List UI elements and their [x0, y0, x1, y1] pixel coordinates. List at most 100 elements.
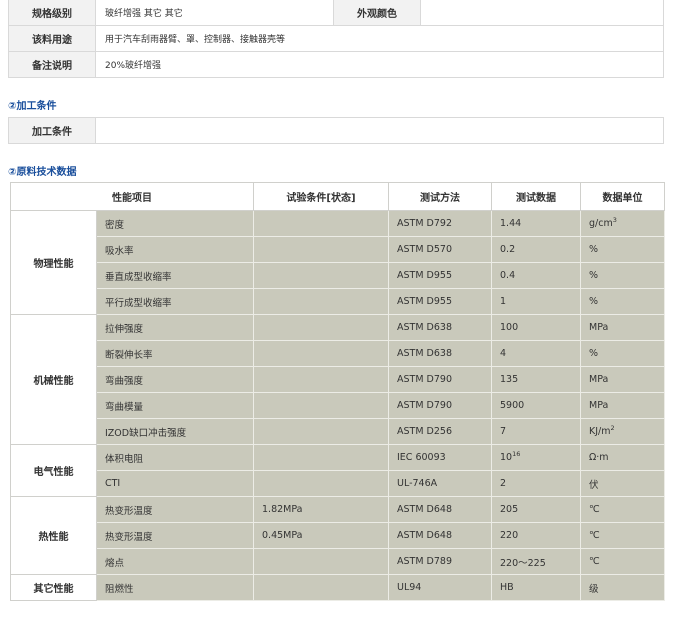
condition-cell — [253, 418, 389, 445]
unit-cell: Ω·m — [580, 444, 665, 471]
condition-cell — [253, 574, 389, 601]
method-cell: ASTM D789 — [388, 548, 492, 575]
method-cell: ASTM D570 — [388, 236, 492, 263]
method-cell-text: ASTM D792 — [397, 218, 452, 229]
unit-cell-text: % — [589, 244, 599, 255]
condition-cell — [253, 470, 389, 497]
condition-cell — [253, 444, 389, 471]
unit-cell-text: ℃ — [589, 556, 600, 567]
value-cell-text: 0.4 — [500, 270, 516, 281]
unit-cell-text: ℃ — [589, 504, 600, 515]
unit-cell-text: g/cm — [589, 218, 613, 229]
value-cell-text: 0.2 — [500, 244, 516, 255]
condition-cell: 0.45MPa — [253, 522, 389, 549]
value-cell-text: 2 — [500, 478, 507, 489]
property-cell: 弯曲强度 — [96, 366, 254, 393]
property-cell-text: 弯曲强度 — [105, 375, 144, 387]
value-cell: 5900 — [491, 392, 581, 419]
method-cell: ASTM D790 — [388, 392, 492, 419]
tech-data-header-row: 性能项目 试验条件[状态] 测试方法 测试数据 数据单位 — [10, 182, 665, 211]
method-cell: ASTM D955 — [388, 288, 492, 315]
unit-cell: % — [580, 236, 665, 263]
property-cell-text: 阻燃性 — [105, 583, 134, 595]
property-group-label: 物理性能 — [10, 210, 97, 315]
method-cell-text: ASTM D790 — [397, 400, 452, 411]
method-cell-text: ASTM D638 — [397, 322, 452, 333]
unit-cell-text: MPa — [589, 322, 609, 333]
method-cell: ASTM D256 — [388, 418, 492, 445]
table-row: 垂直成型收缩率 ASTM D955 0.4% — [11, 262, 665, 289]
processing-section-title: ②加工条件 — [8, 101, 57, 112]
value-cell-text: 4 — [500, 348, 507, 359]
application-value: 用于汽车刮雨器臂、罩、控制器、接触器壳等 — [95, 25, 664, 52]
spec-row-application: 该料用途 用于汽车刮雨器臂、罩、控制器、接触器壳等 — [8, 25, 664, 52]
method-cell-text: ASTM D638 — [397, 348, 452, 359]
value-cell-text: 1 — [500, 296, 507, 307]
property-cell: 阻燃性 — [96, 574, 254, 601]
property-group-label: 其它性能 — [10, 574, 97, 601]
table-row: 其它性能 阻燃性 UL94 HB 级 — [10, 574, 665, 601]
header-value: 测试数据 — [491, 182, 581, 211]
value-cell-text: 220 — [500, 530, 519, 541]
method-cell: ASTM D638 — [388, 314, 492, 341]
property-cell-text: 垂直成型收缩率 — [105, 271, 172, 283]
application-label: 该料用途 — [8, 25, 96, 52]
property-cell: 拉伸强度 — [96, 314, 254, 341]
unit-cell-text: % — [589, 348, 599, 359]
method-cell-text: ASTM D789 — [397, 556, 452, 567]
property-cell: 热变形温度 — [96, 522, 254, 549]
condition-cell — [253, 314, 389, 341]
unit-cell: KJ/m2 — [580, 418, 665, 445]
value-cell-text: 220～225 — [500, 557, 546, 569]
value-cell: HB — [491, 574, 581, 601]
property-cell-text: 熔点 — [105, 557, 125, 569]
value-cell-text: 1.44 — [500, 218, 522, 229]
table-row: 电气性能 体积电阻 IEC 60093 1016 Ω·m — [10, 444, 665, 497]
condition-cell: 1.82MPa — [253, 496, 389, 523]
value-cell-text: 10 — [500, 452, 513, 463]
unit-cell: ℃ — [580, 496, 665, 523]
table-row: 热变形温度 0.45MPa ASTM D648 220 ℃ — [11, 522, 665, 549]
unit-cell: MPa — [580, 314, 665, 341]
property-cell: CTI — [96, 470, 254, 497]
processing-label: 加工条件 — [8, 117, 96, 144]
table-row: 物理性能 密度 ASTM D792 1.44 g/cm3 — [10, 210, 665, 315]
value-cell: 220～225 — [491, 548, 581, 575]
method-cell: ASTM D648 — [388, 522, 492, 549]
method-cell-text: ASTM D955 — [397, 296, 452, 307]
method-cell: IEC 60093 — [388, 444, 492, 471]
method-cell-text: ASTM D648 — [397, 504, 452, 515]
table-row: 吸水率 ASTM D570 0.2% — [11, 236, 665, 263]
property-group-label: 机械性能 — [10, 314, 97, 445]
property-cell: 吸水率 — [96, 236, 254, 263]
unit-cell-superscript: 3 — [612, 215, 617, 224]
method-cell: UL94 — [388, 574, 492, 601]
table-row: 弯曲强度 ASTM D790 135 MPa — [11, 366, 665, 393]
grade-label: 规格级别 — [8, 0, 96, 26]
unit-cell-text: MPa — [589, 400, 609, 411]
table-row: 机械性能 拉伸强度 ASTM D638 100 MPa — [10, 314, 665, 445]
unit-cell-text: Ω·m — [589, 452, 609, 463]
unit-cell: 伏 — [580, 470, 665, 497]
value-cell-superscript: 16 — [512, 449, 521, 458]
tech-data-table: 性能项目 试验条件[状态] 测试方法 测试数据 数据单位 物理性能 密度 ASTM … — [10, 182, 665, 601]
unit-cell: ℃ — [580, 548, 665, 575]
value-cell-text: HB — [500, 582, 514, 593]
unit-cell: 级 — [580, 574, 665, 601]
table-row: 热性能 热变形温度 1.82MPa ASTM D648 205 ℃ — [10, 496, 665, 575]
unit-cell: % — [580, 340, 665, 367]
condition-cell — [253, 236, 389, 263]
value-cell: 1016 — [491, 444, 581, 471]
table-row: CTI UL-746A 2 伏 — [11, 470, 665, 497]
property-cell-text: 弯曲模量 — [105, 401, 144, 413]
property-cell-text: 拉伸强度 — [105, 323, 144, 335]
property-cell: 弯曲模量 — [96, 392, 254, 419]
property-cell-text: 热变形温度 — [105, 531, 153, 543]
value-cell: 0.2 — [491, 236, 581, 263]
property-cell-text: 平行成型收缩率 — [105, 297, 172, 309]
unit-cell: % — [580, 262, 665, 289]
unit-cell-text: % — [589, 270, 599, 281]
table-row: 断裂伸长率 ASTM D638 4% — [11, 340, 665, 367]
condition-cell — [253, 548, 389, 575]
property-cell: IZOD缺口冲击强度 — [96, 418, 254, 445]
